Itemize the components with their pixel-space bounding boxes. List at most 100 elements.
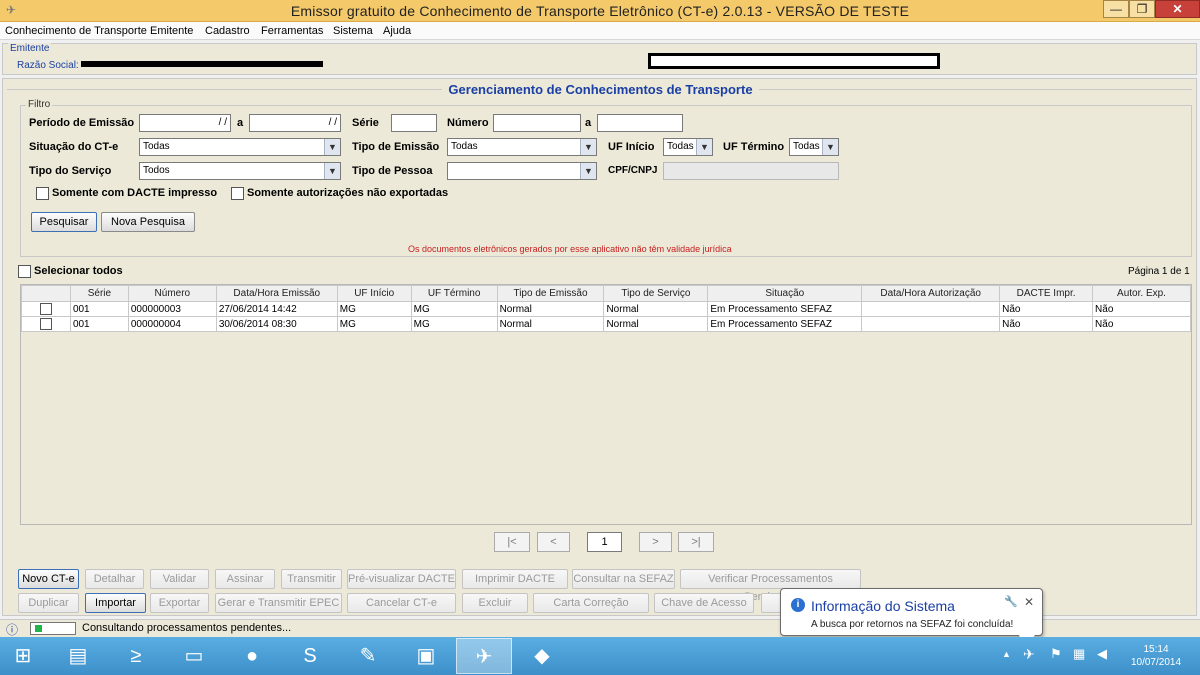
col-dacte-impr[interactable]: DACTE Impr. [999,285,1094,302]
chk-dacte-impresso[interactable] [36,187,49,200]
col-numero[interactable]: Número [127,285,217,302]
menu-emitente[interactable]: Emitente [150,25,193,37]
menu-ferramentas[interactable]: Ferramentas [261,25,323,37]
notepad-icon[interactable]: ✎ [340,638,396,674]
tray-clock[interactable]: 15:14 10/07/2014 [1126,643,1186,669]
cpf-cnpj-field[interactable] [663,162,839,180]
col-data-emissao[interactable]: Data/Hora Emissão [215,285,338,302]
skype-icon[interactable]: S [282,638,338,674]
emitente-legend: Emitente [8,43,52,54]
menu-ajuda[interactable]: Ajuda [383,25,411,37]
col-tipo-emissao[interactable]: Tipo de Emissão [496,285,605,302]
first-page-button[interactable]: |< [494,532,530,552]
wrench-icon[interactable]: 🔧 [1004,595,1018,608]
table-cell: 30/06/2014 08:30 [215,316,338,332]
menu-cadastro[interactable]: Cadastro [205,25,250,37]
window-title: Emissor gratuito de Conhecimento de Tran… [290,3,910,19]
minimize-button[interactable]: — [1103,0,1129,18]
row-checkbox[interactable] [39,318,52,330]
close-button[interactable]: ✕ [1155,0,1200,18]
col-situacao[interactable]: Situação [707,285,863,302]
tray-flag-icon[interactable]: ⚑ [1050,646,1062,662]
pesquisar-button[interactable]: Pesquisar [31,212,97,232]
novo-cte-button[interactable]: Novo CT-e [18,569,79,589]
tray-up-icon[interactable]: ▲ [1002,649,1011,659]
importar-button[interactable]: Importar [85,593,146,613]
tipo-pessoa-select[interactable]: ▼ [447,162,597,180]
tipo-emissao-select[interactable]: Todas ▼ [447,138,597,156]
tipo-emissao-label: Tipo de Emissão [352,141,440,153]
close-icon[interactable]: ✕ [1024,595,1034,609]
exportar-button[interactable]: Exportar [150,593,209,613]
chevron-down-icon: ▼ [324,163,340,179]
next-page-button[interactable]: > [639,532,672,552]
notification-body: A busca por retornos na SEFAZ foi conclu… [811,619,1014,630]
verificar-pendentes-button[interactable]: Verificar Processamentos Pendentes [680,569,861,603]
page-number-input[interactable]: 1 [587,532,622,552]
selecionar-todos-checkbox[interactable] [18,265,31,278]
col-uf-inicio[interactable]: UF Início [336,285,412,302]
numero-ate-field[interactable] [597,114,683,132]
tray-volume-icon[interactable]: ◀ [1097,646,1107,662]
serie-field[interactable] [391,114,437,132]
info-icon: i [791,598,805,612]
col-uf-termino[interactable]: UF Término [410,285,498,302]
prev-page-button[interactable]: < [537,532,570,552]
imprimir-dacte-button[interactable]: Imprimir DACTE [462,569,568,589]
cte-app-icon[interactable]: ✈ [456,638,512,674]
last-page-button[interactable]: >| [678,532,714,552]
folder-icon[interactable]: ▭ [166,638,222,674]
detalhar-button[interactable]: Detalhar [85,569,144,589]
progress-bar [30,622,76,635]
col-tipo-servico[interactable]: Tipo de Serviço [603,285,709,302]
emitente-panel: Emitente Razão Social: [2,43,1197,75]
table-cell: Não [999,316,1094,332]
excluir-button[interactable]: Excluir [462,593,528,613]
chk-autorizacoes[interactable] [231,187,244,200]
periodo-ate-field[interactable]: / / [249,114,341,132]
maximize-button[interactable]: ❐ [1129,0,1155,18]
page-title: Gerenciamento de Conhecimentos de Transp… [3,82,1198,97]
table-row[interactable]: 001 000000003 27/06/2014 14:42 MG MG Nor… [21,301,1191,317]
tipo-servico-select[interactable]: Todos ▼ [139,162,341,180]
chevron-down-icon: ▼ [580,163,596,179]
status-info-icon: ⓘ [6,623,19,637]
assinar-button[interactable]: Assinar [215,569,275,589]
transmitir-button[interactable]: Transmitir [281,569,342,589]
validar-button[interactable]: Validar [150,569,209,589]
col-serie[interactable]: Série [69,285,129,302]
file-manager-icon[interactable]: ▤ [50,638,106,674]
numero-de-field[interactable] [493,114,581,132]
periodo-de-field[interactable]: / / [139,114,231,132]
row-checkbox-cell[interactable] [21,301,71,317]
pre-visualizar-dacte-button[interactable]: Pré-visualizar DACTE [347,569,456,589]
uf-inicio-select[interactable]: Todas ▼ [663,138,713,156]
duplicar-button[interactable]: Duplicar [18,593,79,613]
menu-sistema[interactable]: Sistema [333,25,373,37]
col-autor-exp[interactable]: Autor. Exp. [1092,285,1191,302]
carta-correcao-button[interactable]: Carta Correção [533,593,649,613]
start-icon[interactable]: ⊞ [0,638,46,674]
notification-balloon[interactable]: i Informação do Sistema A busca por reto… [780,588,1043,647]
nova-pesquisa-button[interactable]: Nova Pesquisa [101,212,195,232]
main-panel: Gerenciamento de Conhecimentos de Transp… [2,78,1197,616]
situacao-select[interactable]: Todas ▼ [139,138,341,156]
chevron-down-icon: ▼ [822,139,838,155]
chave-acesso-button[interactable]: Chave de Acesso [654,593,754,613]
gerar-epec-button[interactable]: Gerar e Transmitir EPEC [215,593,342,613]
firefox-icon[interactable]: ● [224,638,280,674]
row-checkbox[interactable] [39,303,52,315]
row-checkbox-cell[interactable] [21,316,71,332]
col-data-autorizacao[interactable]: Data/Hora Autorização [861,285,1001,302]
tray-network-icon[interactable]: ▦ [1073,646,1085,662]
notes-icon[interactable]: ◆ [514,638,570,674]
cancelar-cte-button[interactable]: Cancelar CT-e [347,593,456,613]
table-row[interactable]: 001 000000004 30/06/2014 08:30 MG MG Nor… [21,316,1191,332]
tray-cte-icon[interactable]: ✈ [1023,646,1035,663]
pdf-icon[interactable]: ▣ [398,638,454,674]
menu-conhecimento[interactable]: Conhecimento de Transporte [5,25,147,37]
warning-text: Os documentos eletrônicos gerados por es… [408,244,732,254]
consultar-sefaz-button[interactable]: Consultar na SEFAZ [572,569,675,589]
uf-termino-select[interactable]: Todas ▼ [789,138,839,156]
powershell-icon[interactable]: ≥ [108,638,164,674]
